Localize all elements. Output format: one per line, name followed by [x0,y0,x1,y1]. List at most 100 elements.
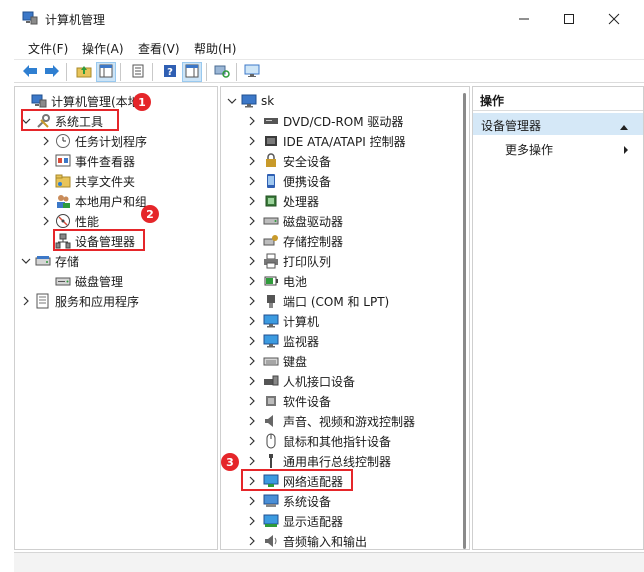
port-icon [263,293,279,309]
export-list-button[interactable] [128,62,148,82]
chevron-right-icon[interactable] [247,116,257,126]
device-tree-pane: sk DVD/CD-ROM 驱动器 IDE ATA/ATAPI 控制器安全设备 便携… [220,86,470,550]
device-category-portable-device[interactable]: 便携设备 [247,171,331,191]
actions-pane-title: 操作 [473,87,643,111]
forward-button[interactable] [42,62,62,82]
device-category-label: 处理器 [283,194,320,209]
tree-item-shared-folders[interactable]: 共享文件夹 [41,171,135,191]
tree-item-storage[interactable]: 存储 [21,251,79,271]
device-category-battery[interactable]: 电池 [247,271,307,291]
device-category-monitor[interactable]: 监视器 [247,331,319,351]
device-category-keyboard[interactable]: 键盘 [247,351,307,371]
device-category-audio-io[interactable]: 音频输入和输出 [247,531,368,549]
chevron-right-icon[interactable] [247,396,257,406]
device-category-storage-controller[interactable]: 存储控制器 [247,231,343,251]
scan-hardware-changes-button[interactable] [212,62,232,82]
monitor-button[interactable] [242,62,262,82]
back-arrow-icon [22,64,38,81]
chevron-down-icon[interactable] [227,96,237,106]
back-button[interactable] [20,62,40,82]
chevron-right-icon[interactable] [41,216,51,226]
chevron-right-icon[interactable] [247,196,257,206]
chevron-down-icon[interactable] [21,256,31,266]
chevron-right-icon[interactable] [247,276,257,286]
device-category-label: 人机接口设备 [283,374,356,389]
chevron-right-icon[interactable] [41,156,51,166]
device-category-speaker[interactable]: 声音、视频和游戏控制器 [247,411,415,431]
chevron-right-icon[interactable] [247,516,257,526]
chevron-right-icon[interactable] [247,536,257,546]
device-category-ide-controller[interactable]: IDE ATA/ATAPI 控制器 [247,131,406,151]
chevron-right-icon[interactable] [247,456,257,466]
device-category-label: 电池 [283,274,308,289]
device-category-system-device[interactable]: 系统设备 [247,491,331,511]
show-hide-action-pane-button[interactable] [182,62,202,82]
device-category-port[interactable]: 端口 (COM 和 LPT) [247,291,389,311]
device-category-software-device[interactable]: 软件设备 [247,391,331,411]
device-category-disk-drive[interactable]: 磁盘驱动器 [247,211,343,231]
device-category-processor[interactable]: 处理器 [247,191,319,211]
chevron-right-icon[interactable] [247,496,257,506]
tree-item-local-users-groups[interactable]: 本地用户和组 [41,191,147,211]
printer-icon [263,253,279,269]
chevron-right-icon[interactable] [247,296,257,306]
device-category-dvd-drive[interactable]: DVD/CD-ROM 驱动器 [247,111,403,131]
chevron-right-icon[interactable] [247,236,257,246]
menu-help[interactable]: 帮助(H) [192,39,238,58]
chevron-right-icon[interactable] [41,136,51,146]
close-button[interactable] [592,6,636,32]
chevron-right-icon[interactable] [247,176,257,186]
more-actions-item[interactable]: 更多操作 [505,141,553,158]
show-hide-console-tree-button[interactable] [96,62,116,82]
list-icon [131,64,145,81]
chevron-right-icon[interactable] [41,176,51,186]
users-icon [55,193,71,209]
chevron-right-icon[interactable] [247,356,257,366]
menu-action[interactable]: 操作(A) [80,39,126,58]
tree-item-performance[interactable]: 性能 [41,211,99,231]
device-category-hid[interactable]: 人机接口设备 [247,371,355,391]
chevron-right-icon[interactable] [247,376,257,386]
tree-item-disk-management[interactable]: 磁盘管理 [55,271,123,291]
menu-view[interactable]: 查看(V) [136,39,182,58]
maximize-button[interactable] [547,6,591,32]
device-category-security-device[interactable]: 安全设备 [247,151,331,171]
device-category-printer[interactable]: 打印队列 [247,251,331,271]
chevron-right-icon[interactable] [41,196,51,206]
chevron-right-icon[interactable] [247,256,257,266]
chevron-right-icon[interactable] [247,136,257,146]
tree-item-task-scheduler[interactable]: 任务计划程序 [41,131,147,151]
up-level-button[interactable] [74,62,94,82]
disk-drive-icon [263,213,279,229]
device-category-label: IDE ATA/ATAPI 控制器 [283,134,406,149]
device-category-label: 系统设备 [283,494,332,509]
scrollbar-thumb[interactable] [463,93,466,549]
chevron-right-icon[interactable] [247,416,257,426]
device-category-label: 音频输入和输出 [283,534,368,549]
tree-item-computer-management[interactable]: 计算机管理(本地) [21,91,144,111]
tree-item-event-viewer[interactable]: 事件查看器 [41,151,135,171]
monitor-toolbar-icon [244,64,260,81]
chevron-right-icon[interactable] [247,156,257,166]
device-tree-root[interactable]: sk [227,91,274,111]
chevron-right-icon[interactable] [247,436,257,446]
chevron-right-icon[interactable] [247,316,257,326]
mouse-icon [263,433,279,449]
device-category-mouse[interactable]: 鼠标和其他指针设备 [247,431,391,451]
help-button[interactable]: ? [160,62,180,82]
collapse-up-icon[interactable] [619,120,629,134]
device-category-display-adapter[interactable]: 显示适配器 [247,511,343,531]
shared-folder-icon [55,173,71,189]
chevron-right-icon[interactable] [247,336,257,346]
chevron-right-icon[interactable] [21,296,31,306]
minimize-button[interactable] [502,6,546,32]
menu-file[interactable]: 文件(F) [26,39,70,58]
chevron-right-icon[interactable] [247,216,257,226]
console-tree-icon [99,64,113,81]
tree-item-services-applications[interactable]: 服务和应用程序 [21,291,139,311]
display-adapter-icon [263,513,279,529]
device-category-usb[interactable]: 通用串行总线控制器 [247,451,391,471]
vertical-scrollbar[interactable] [461,87,469,549]
actions-section-device-manager[interactable]: 设备管理器 [473,113,643,135]
device-category-computer[interactable]: 计算机 [247,311,319,331]
